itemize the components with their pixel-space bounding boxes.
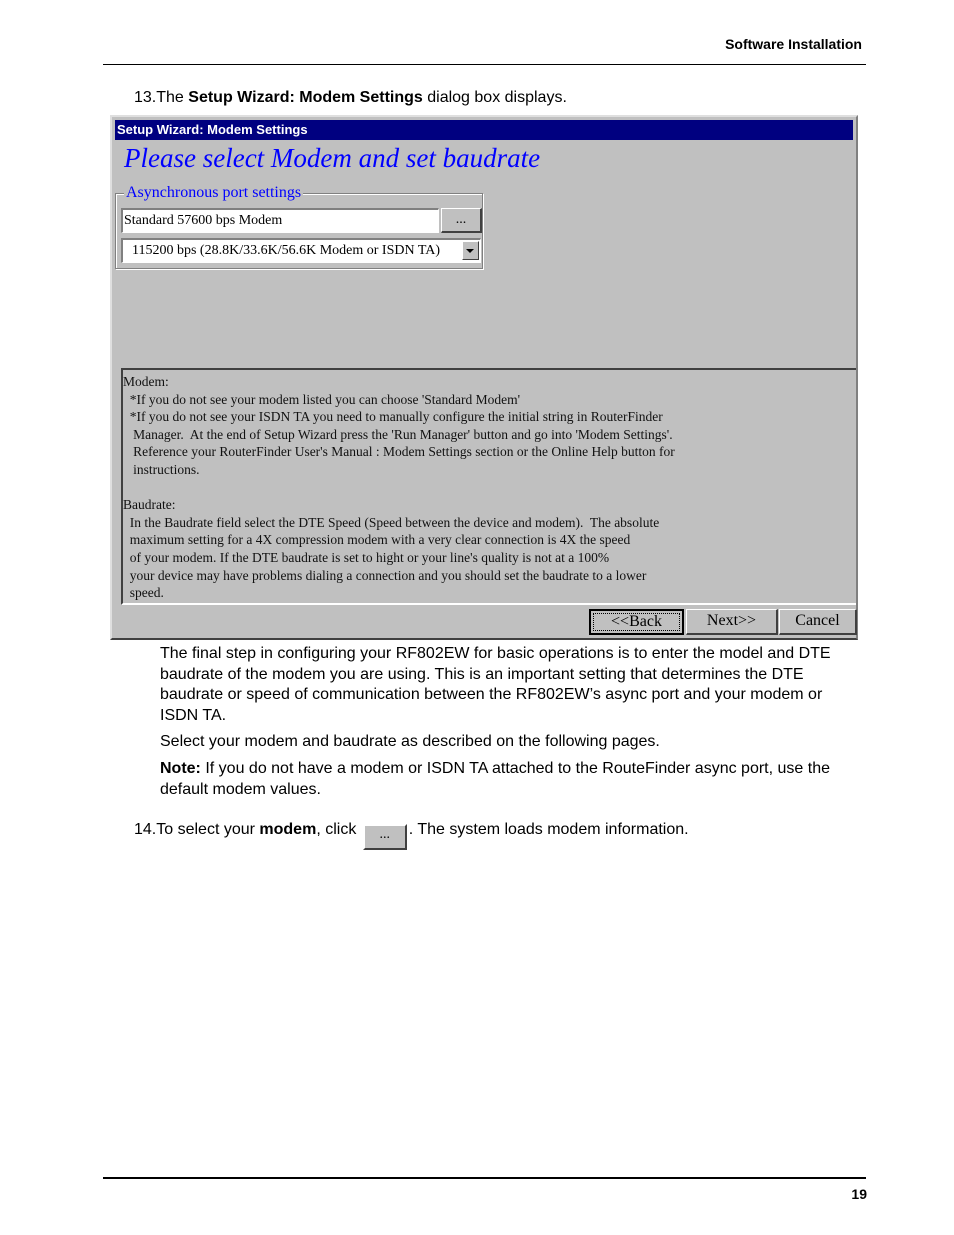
- help-line: of your modem. If the DTE baudrate is se…: [123, 549, 610, 565]
- help-line: [123, 479, 856, 497]
- dialog-titlebar: Setup Wizard: Modem Settings: [115, 120, 853, 140]
- browse-button-illustration: ...: [362, 824, 407, 850]
- baudrate-value: 115200 bps (28.8K/33.6K/56.6K Modem or I…: [132, 243, 441, 258]
- baudrate-select[interactable]: 115200 bps (28.8K/33.6K/56.6K Modem or I…: [121, 238, 481, 263]
- note-paragraph: Note: If you do not have a modem or ISDN…: [160, 759, 860, 800]
- help-line: your device may have problems dialing a …: [123, 567, 647, 583]
- note-text: If you do not have a modem or ISDN TA at…: [160, 760, 830, 798]
- dialog-name: Setup Wizard: Modem Settings: [188, 89, 423, 106]
- step-14: 14.To select your modem, click .... The …: [134, 820, 689, 850]
- note-label: Note:: [160, 760, 201, 777]
- cancel-button[interactable]: Cancel: [779, 609, 857, 635]
- step-number: 13.: [134, 89, 157, 106]
- help-line: speed.: [123, 585, 164, 601]
- help-line: Reference your RouterFinder User's Manua…: [123, 444, 675, 460]
- help-text-box: Modem: *If you do not see your modem lis…: [121, 368, 856, 605]
- step-text: dialog box displays.: [422, 89, 567, 106]
- running-header: Software Installation: [725, 36, 862, 52]
- modem-keyword: modem: [259, 821, 317, 838]
- wizard-heading: Please select Modem and set baudrate: [124, 143, 541, 173]
- step-13: 13.The Setup Wizard: Modem Settings dial…: [134, 88, 567, 108]
- step-text: The: [156, 89, 189, 106]
- back-button-label: <<Back: [593, 613, 680, 631]
- modem-field[interactable]: Standard 57600 bps Modem: [121, 208, 439, 233]
- browse-modem-button[interactable]: ...: [441, 208, 482, 233]
- help-line: Baudrate:: [123, 497, 176, 513]
- step-number: 14.: [134, 821, 157, 838]
- help-line: Modem:: [123, 374, 169, 389]
- async-port-settings-group: Asynchronous port settings Standard 5760…: [115, 184, 483, 269]
- select-paragraph: Select your modem and baudrate as descri…: [160, 733, 660, 750]
- page-number: 19: [851, 1186, 867, 1202]
- footer-rule: [103, 1177, 866, 1179]
- step-text: , click: [316, 821, 361, 838]
- chevron-down-icon[interactable]: [462, 241, 479, 260]
- help-line: instructions.: [123, 461, 200, 477]
- help-line: *If you do not see your modem listed you…: [123, 391, 521, 407]
- modem-settings-dialog: Setup Wizard: Modem Settings Please sele…: [110, 115, 858, 640]
- help-line: *If you do not see your ISDN TA you need…: [123, 409, 663, 425]
- help-line: Manager. At the end of Setup Wizard pres…: [123, 426, 673, 442]
- intro-paragraph: The final step in configuring your RF802…: [160, 645, 831, 724]
- header-rule: [103, 64, 866, 65]
- help-line: In the Baudrate field select the DTE Spe…: [123, 514, 660, 530]
- next-button[interactable]: Next>>: [686, 609, 778, 635]
- group-label: Asynchronous port settings: [124, 184, 304, 202]
- step-text: . The system loads modem information.: [408, 821, 689, 838]
- step-text: To select your: [156, 821, 260, 838]
- help-line: maximum setting for a 4X compression mod…: [123, 532, 631, 548]
- back-button[interactable]: <<Back: [589, 609, 684, 635]
